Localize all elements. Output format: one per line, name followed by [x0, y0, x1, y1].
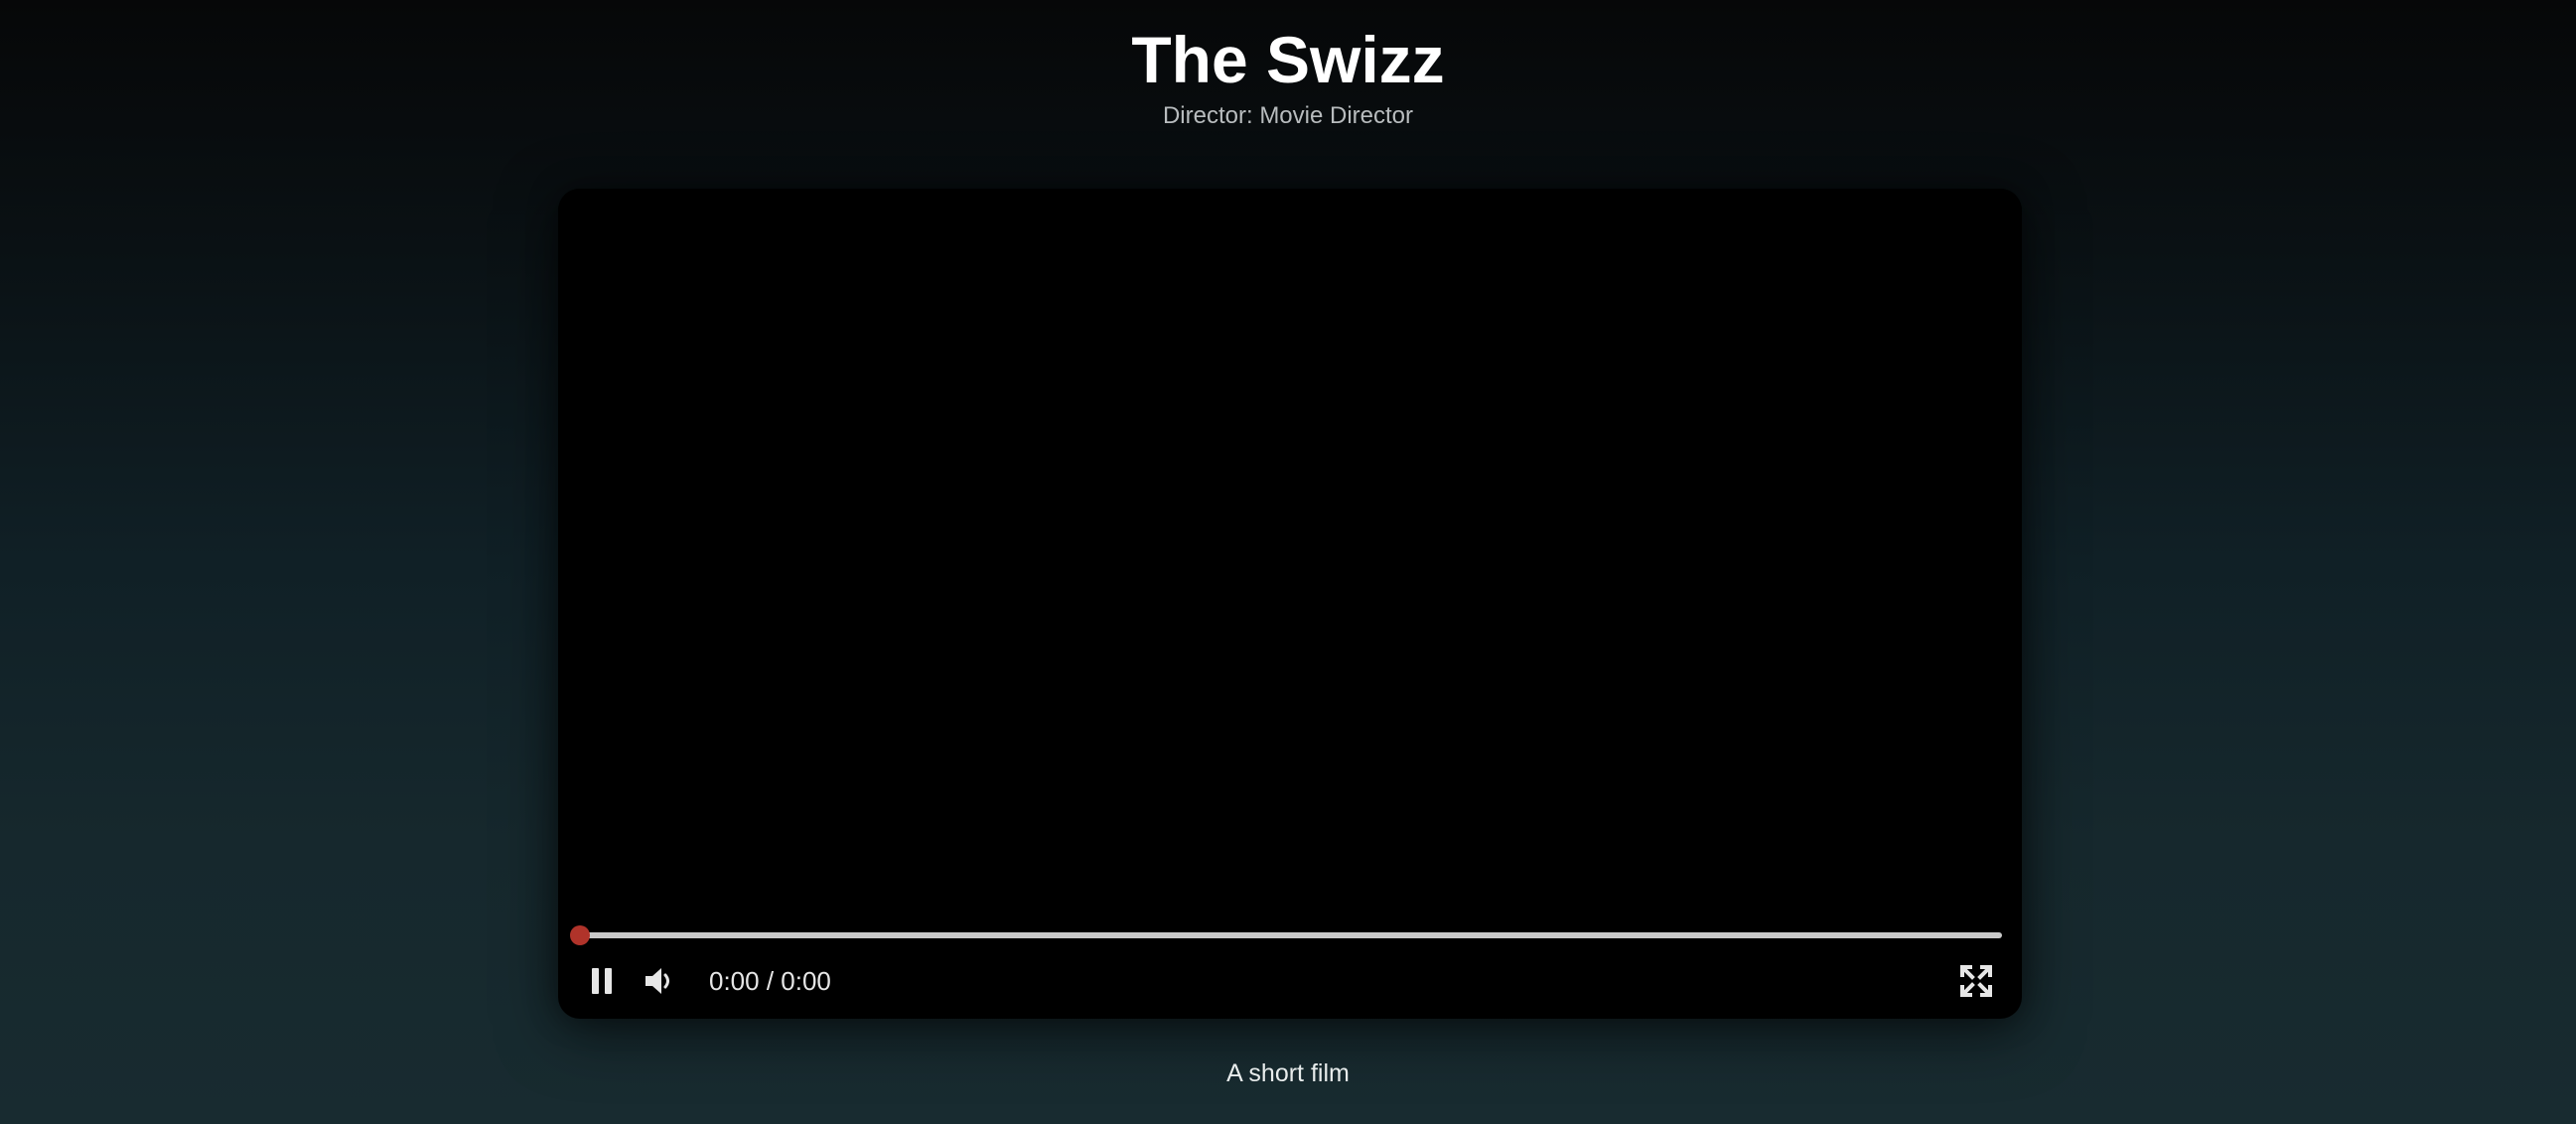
- pause-button[interactable]: [580, 959, 624, 1003]
- pause-icon: [587, 965, 617, 997]
- movie-title: The Swizz: [1131, 23, 1445, 96]
- progress-thumb[interactable]: [570, 925, 590, 945]
- player-controls: 0:00 / 0:00: [558, 953, 2022, 1009]
- time-display: 0:00 / 0:00: [709, 966, 831, 996]
- video-player[interactable]: 0:00 / 0:00: [558, 189, 2022, 1019]
- fullscreen-icon: [1959, 964, 1993, 998]
- volume-button[interactable]: [638, 959, 681, 1003]
- volume-icon: [643, 965, 676, 997]
- progress-bar[interactable]: [570, 925, 2002, 945]
- director-line: Director: Movie Director: [1162, 102, 1414, 129]
- video-surface[interactable]: [558, 189, 2022, 943]
- fullscreen-button[interactable]: [1952, 959, 2000, 1003]
- film-caption: A short film: [1226, 1059, 1350, 1087]
